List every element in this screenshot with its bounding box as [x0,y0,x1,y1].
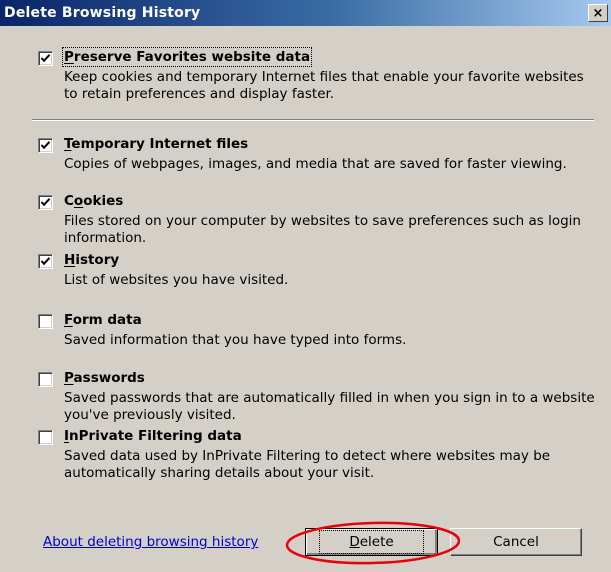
option-label[interactable]: InPrivate Filtering data [64,428,242,444]
option-label[interactable]: History [64,252,119,268]
checkbox-form-data[interactable] [38,314,53,329]
option-description: Copies of webpages, images, and media th… [64,156,567,172]
close-button[interactable]: × [588,4,608,22]
checkmark-icon [40,141,51,150]
checkmark-icon [40,257,51,266]
delete-browsing-history-dialog: Delete Browsing History × Preserve Favor… [0,0,611,572]
checkmark-icon [40,54,51,63]
checkbox-preserve-favorites[interactable] [38,51,53,66]
option-label[interactable]: Preserve Favorites website data [61,47,313,67]
option-description: Saved passwords that are automatically f… [64,390,595,423]
separator [32,119,594,121]
cancel-button[interactable]: Cancel [450,528,582,556]
close-icon: × [592,5,604,21]
option-label[interactable]: Cookies [64,193,123,209]
window-title: Delete Browsing History [4,5,201,21]
cancel-button-label: Cancel [493,534,539,550]
option-label[interactable]: Form data [64,312,142,328]
checkbox-temporary-internet-files[interactable] [38,138,53,153]
delete-button[interactable]: Delete [305,528,438,556]
option-description: List of websites you have visited. [64,272,289,288]
checkbox-passwords[interactable] [38,372,53,387]
option-label[interactable]: Passwords [64,370,145,386]
checkmark-icon [40,198,51,207]
about-deleting-history-link[interactable]: About deleting browsing history [43,534,258,550]
option-description: Saved information that you have typed in… [64,332,407,348]
option-description: Saved data used by InPrivate Filtering t… [64,448,551,481]
title-bar[interactable]: Delete Browsing History × [0,0,611,26]
option-description: Keep cookies and temporary Internet file… [64,69,584,102]
option-description: Files stored on your computer by website… [64,213,581,246]
checkbox-inprivate-filtering-data[interactable] [38,430,53,445]
checkbox-history[interactable] [38,254,53,269]
delete-button-label: Delete [319,530,424,554]
checkbox-cookies[interactable] [38,195,53,210]
option-label[interactable]: Temporary Internet files [64,136,248,152]
